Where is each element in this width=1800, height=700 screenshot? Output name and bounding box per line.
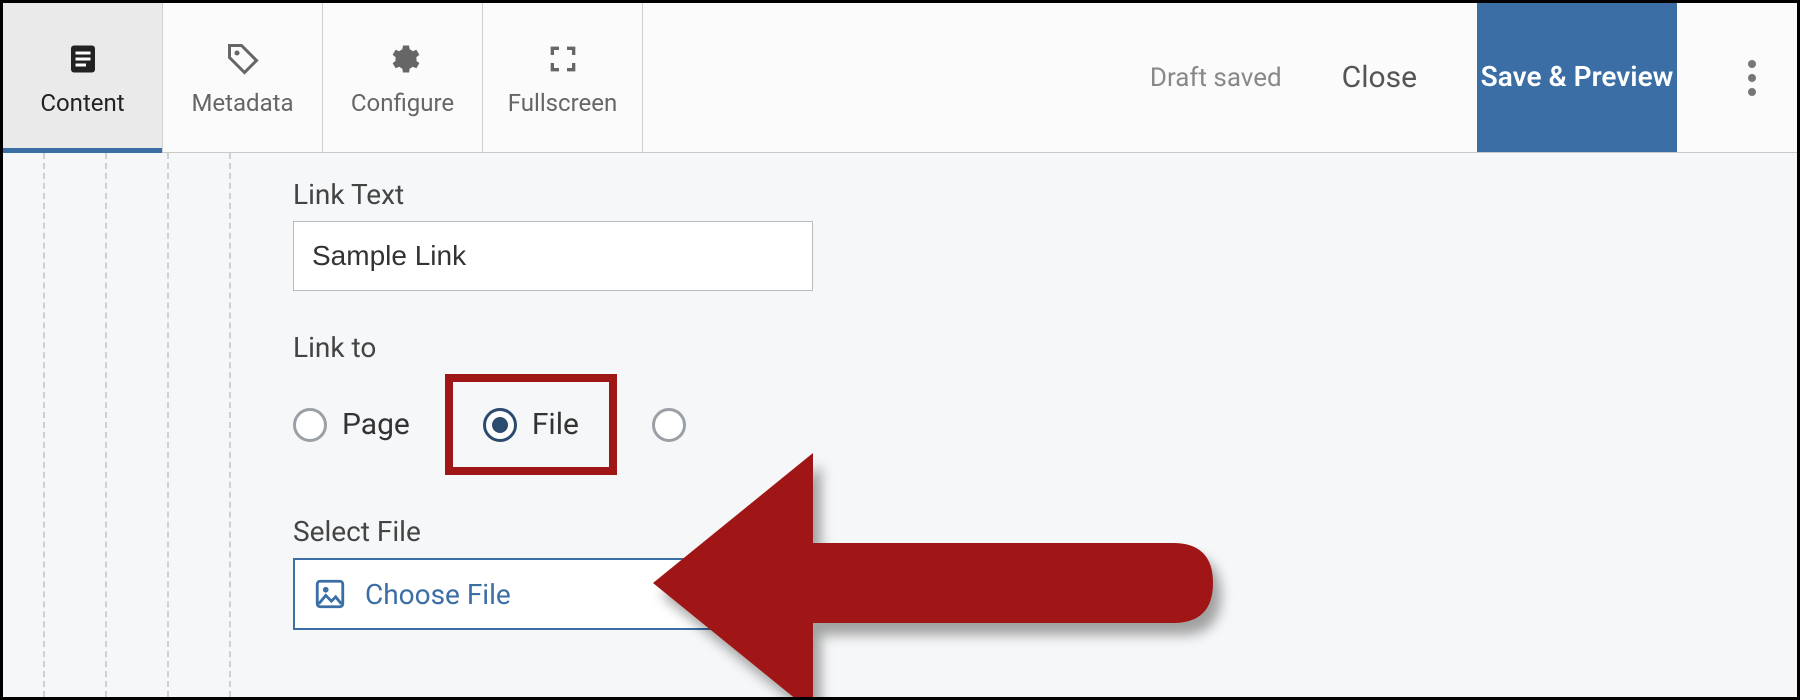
radio-page[interactable]: Page: [293, 407, 410, 442]
radio-third-option[interactable]: [652, 408, 686, 442]
annotation-highlight: File: [445, 374, 617, 475]
tab-content[interactable]: Content: [3, 3, 163, 152]
radio-file[interactable]: File: [483, 407, 579, 442]
select-file-field-group: Select File Choose File: [293, 515, 1193, 630]
tab-label: Content: [40, 89, 124, 117]
radio-icon: [293, 408, 327, 442]
radio-icon: [483, 408, 517, 442]
link-to-label: Link to: [293, 331, 1193, 364]
tag-icon: [223, 39, 263, 79]
gear-icon: [383, 39, 423, 79]
tab-label: Metadata: [191, 89, 293, 117]
radio-label: Page: [342, 407, 410, 442]
tab-fullscreen[interactable]: Fullscreen: [483, 3, 643, 152]
document-icon: [63, 39, 103, 79]
tab-label: Fullscreen: [508, 89, 617, 117]
link-text-label: Link Text: [293, 178, 1193, 211]
link-to-field-group: Link to Page File: [293, 331, 1193, 475]
radio-label: File: [532, 407, 579, 442]
choose-file-button[interactable]: Choose File: [293, 558, 813, 630]
more-menu-button[interactable]: [1717, 58, 1787, 98]
image-file-icon: [313, 577, 347, 611]
tab-configure[interactable]: Configure: [323, 3, 483, 152]
editor-toolbar: Content Metadata Configure Fullscreen Dr…: [3, 3, 1797, 153]
close-button[interactable]: Close: [1322, 60, 1437, 95]
save-preview-button[interactable]: Save & Preview: [1477, 3, 1677, 152]
link-text-field-group: Link Text: [293, 178, 1193, 291]
link-text-input[interactable]: [293, 221, 813, 291]
fullscreen-icon: [543, 39, 583, 79]
draft-status: Draft saved: [1150, 63, 1282, 93]
select-file-label: Select File: [293, 515, 1193, 548]
kebab-icon: [1747, 58, 1757, 98]
nesting-rails: [43, 153, 231, 697]
content-panel: Link Text Link to Page File: [3, 153, 1797, 697]
tab-label: Configure: [351, 89, 454, 117]
tab-metadata[interactable]: Metadata: [163, 3, 323, 152]
choose-file-label: Choose File: [365, 578, 511, 611]
radio-icon: [652, 408, 686, 442]
